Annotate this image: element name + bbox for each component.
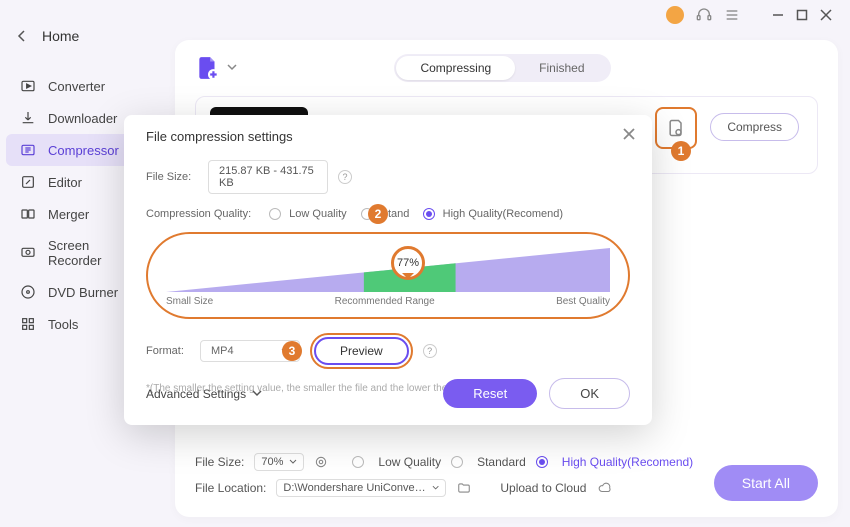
target-icon[interactable] [314,455,328,469]
file-size-value[interactable]: 215.87 KB - 431.75 KB [208,160,328,194]
radio-standard[interactable] [451,456,463,468]
help-icon[interactable]: ? [423,344,437,358]
merger-icon [20,206,36,222]
quality-slider[interactable]: 77% Small Size Recommended Range Best Qu… [146,232,630,319]
caret-down-icon[interactable] [227,64,237,72]
callout-badge-2: 2 [368,204,388,224]
radio-high[interactable] [536,456,548,468]
sidebar-item-label: Converter [48,79,105,94]
slider-label-small: Small Size [166,296,213,307]
menu-icon[interactable] [724,7,740,23]
close-icon[interactable] [820,9,832,21]
maximize-icon[interactable] [796,9,808,21]
download-icon [20,110,36,126]
slider-label-rec: Recommended Range [335,296,435,307]
format-label: Format: [146,345,190,357]
slider-label-best: Best Quality [556,296,610,307]
preview-button[interactable]: Preview [314,337,409,365]
quality-row: Compression Quality: Low Quality Standar… [146,208,630,220]
tab-finished[interactable]: Finished [515,56,608,80]
compression-settings-modal: File compression settings File Size: 215… [124,115,652,425]
converter-icon [20,78,36,94]
chevron-down-icon [252,390,262,398]
document-gear-icon [666,117,686,139]
caret-down-icon [432,485,439,491]
footer-location-label: File Location: [195,481,266,495]
ok-button[interactable]: OK [549,378,630,409]
modal-title: File compression settings [146,129,630,144]
sidebar-item-label: Compressor [48,143,119,158]
radio-low[interactable] [352,456,364,468]
sidebar-item-label: Merger [48,207,89,222]
compressor-icon [20,142,36,158]
close-icon[interactable] [622,127,636,141]
sidebar-item-compressor[interactable]: Compressor [6,134,139,166]
editor-icon [20,174,36,190]
screen-recorder-icon [20,245,36,261]
caret-down-icon [289,459,297,465]
toolbar: Compressing Finished [195,54,818,82]
slider-knob[interactable]: 77% [391,246,425,280]
footer: File Size: 70% Low Quality Standard High… [195,453,818,505]
advanced-settings-toggle[interactable]: Advanced Settings [146,387,262,401]
tab-compressing[interactable]: Compressing [396,56,515,80]
footer-file-size-label: File Size: [195,455,244,469]
dvd-icon [20,284,36,300]
home-label: Home [42,28,79,44]
add-file-icon[interactable] [195,55,221,81]
breadcrumb[interactable]: Home [16,28,79,44]
tools-icon [20,316,36,332]
tab-segment: Compressing Finished [394,54,610,82]
cloud-icon[interactable] [596,481,614,495]
minimize-icon[interactable] [772,9,784,21]
sidebar-item-label: Editor [48,175,82,190]
sidebar-item-label: Tools [48,317,78,332]
quality-label: Compression Quality: [146,208,251,220]
help-icon[interactable]: ? [338,170,352,184]
callout-badge-3: 3 [282,341,302,361]
upload-cloud-label: Upload to Cloud [500,481,586,495]
folder-icon[interactable] [456,481,472,495]
footer-location-select[interactable]: D:\Wondershare UniConverter 1 [276,479,446,497]
sidebar-item-label: Downloader [48,111,117,126]
footer-file-size-select[interactable]: 70% [254,453,304,471]
file-size-label: File Size: [146,171,198,183]
chevron-left-icon [16,30,28,42]
radio-high-quality[interactable] [423,208,435,220]
compress-button[interactable]: Compress [710,113,799,141]
window-controls [666,0,850,30]
start-all-button[interactable]: Start All [714,465,818,501]
callout-badge-1: 1 [671,141,691,161]
headset-icon[interactable] [696,7,712,23]
user-avatar[interactable] [666,6,684,24]
sidebar-item-label: DVD Burner [48,285,118,300]
radio-low-quality[interactable] [269,208,281,220]
reset-button[interactable]: Reset [443,379,537,408]
sidebar-item-converter[interactable]: Converter [0,70,145,102]
